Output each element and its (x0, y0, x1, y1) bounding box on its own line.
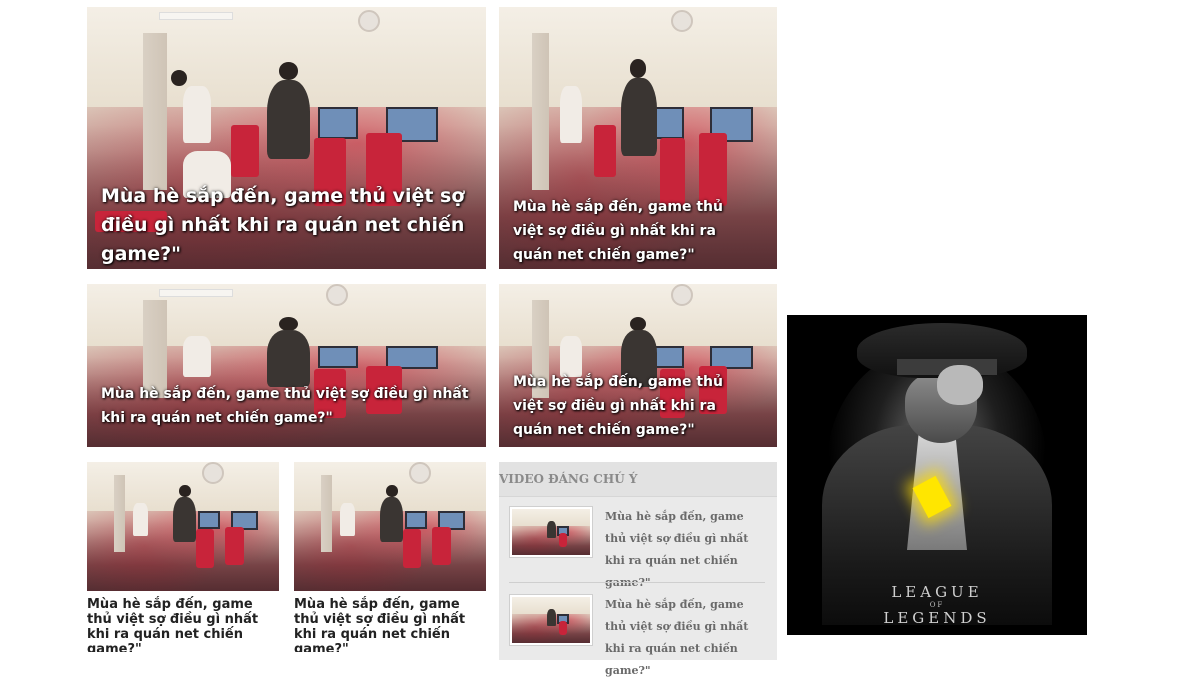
small-article-1[interactable]: Mùa hè sắp đến, game thủ việt sợ điều gì… (87, 462, 279, 652)
section-heading: VIDEO ĐÁNG CHÚ Ý (499, 472, 638, 486)
featured-article-2[interactable]: Mùa hè sắp đến, game thủ việt sợ điều gì… (499, 7, 777, 269)
featured-article-title[interactable]: Mùa hè sắp đến, game thủ việt sợ điều gì… (101, 382, 476, 430)
article-title-link[interactable]: Mùa hè sắp đến, game thủ việt sợ điều gì… (294, 597, 486, 652)
league-of-legends-ad-banner[interactable]: LEAGUE OF LEGENDS (787, 315, 1087, 635)
article-thumbnail[interactable] (294, 462, 486, 591)
featured-article-1[interactable]: Mùa hè sắp đến, game thủ việt sợ điều gì… (87, 7, 486, 269)
video-title-link[interactable]: Mùa hè sắp đến, game thủ việt sợ điều gì… (605, 506, 767, 594)
ad-logo-text: LEAGUE (891, 583, 983, 601)
ad-logo-text: OF (929, 601, 945, 609)
featured-article-title[interactable]: Mùa hè sắp đến, game thủ việt sợ điều gì… (101, 182, 476, 269)
ad-logo-text: LEGENDS (883, 609, 991, 627)
small-article-2[interactable]: Mùa hè sắp đến, game thủ việt sợ điều gì… (294, 462, 486, 652)
video-thumbnail[interactable] (509, 594, 593, 646)
featured-article-4[interactable]: Mùa hè sắp đến, game thủ việt sợ điều gì… (499, 284, 777, 447)
featured-article-title[interactable]: Mùa hè sắp đến, game thủ việt sợ điều gì… (513, 370, 753, 442)
video-thumbnail[interactable] (509, 506, 593, 558)
featured-article-title[interactable]: Mùa hè sắp đến, game thủ việt sợ điều gì… (513, 195, 753, 267)
article-thumbnail[interactable] (87, 462, 279, 591)
divider (509, 582, 765, 583)
featured-videos-header: VIDEO ĐÁNG CHÚ Ý (499, 462, 777, 497)
featured-videos-panel: VIDEO ĐÁNG CHÚ Ý Mùa hè sắp đến, game th… (499, 462, 777, 677)
article-title-link[interactable]: Mùa hè sắp đến, game thủ việt sợ điều gì… (87, 597, 279, 652)
featured-article-3[interactable]: Mùa hè sắp đến, game thủ việt sợ điều gì… (87, 284, 486, 447)
video-title-link[interactable]: Mùa hè sắp đến, game thủ việt sợ điều gì… (605, 594, 767, 682)
